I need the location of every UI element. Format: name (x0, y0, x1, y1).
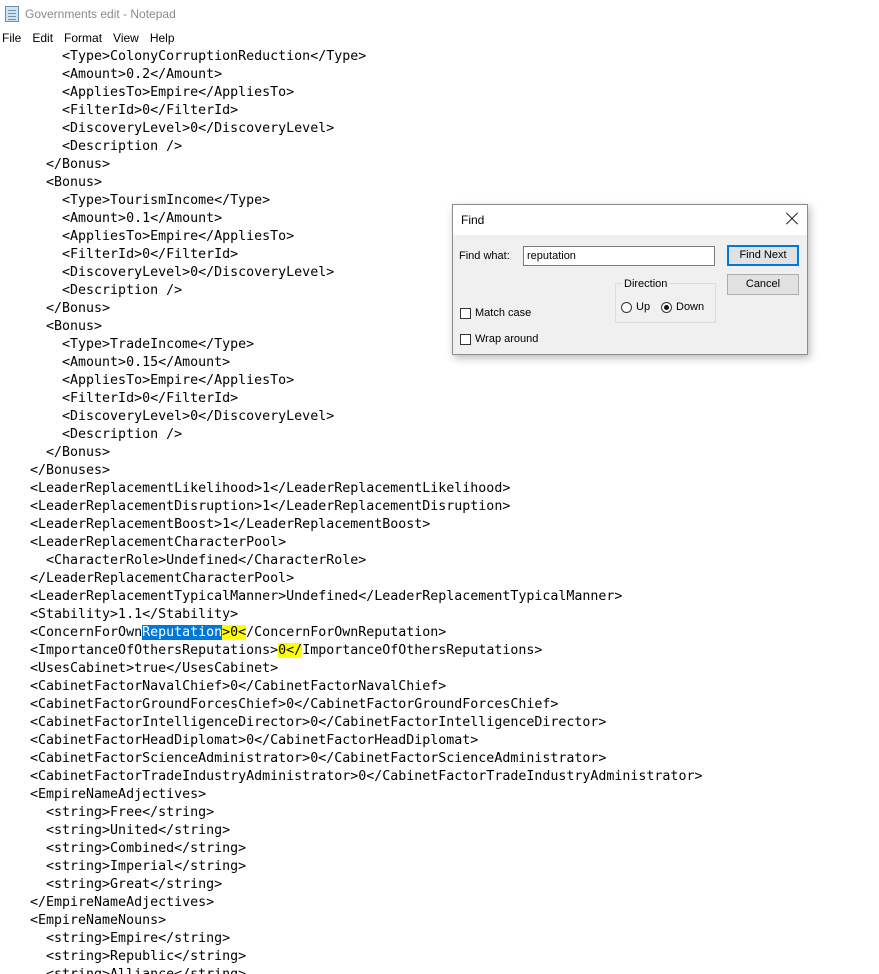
line-segment: ImportanceOfOthersReputations> (302, 643, 543, 658)
editor-line: <UsesCabinet>true</UsesCabinet> (30, 661, 279, 676)
editor-line: <CabinetFactorScienceAdministrator>0</Ca… (30, 751, 607, 766)
menu-edit[interactable]: Edit (29, 31, 59, 45)
wrap-around-label: Wrap around (475, 333, 539, 345)
editor-line: <Bonus> (30, 319, 103, 334)
menu-file[interactable]: File (0, 31, 27, 45)
editor-line: <DiscoveryLevel>0</DiscoveryLevel> (30, 409, 335, 424)
editor-line: <ImportanceOfOthersReputations>0</Import… (30, 642, 542, 660)
text-editor[interactable]: <Type>ColonyCorruptionReduction</Type> <… (0, 48, 879, 974)
editor-line: <LeaderReplacementBoost>1</LeaderReplace… (30, 517, 431, 532)
direction-down-label: Down (676, 301, 705, 313)
editor-line: </Bonus> (30, 157, 111, 172)
editor-line: <CharacterRole>Undefined</CharacterRole> (30, 553, 367, 568)
editor-line: <Type>TourismIncome</Type> (30, 193, 271, 208)
menu-format[interactable]: Format (61, 31, 108, 45)
editor-line: <FilterId>0</FilterId> (30, 247, 239, 262)
editor-line: <Description /> (30, 283, 183, 298)
editor-line: </EmpireNameAdjectives> (30, 895, 215, 910)
direction-up-radio[interactable] (621, 302, 632, 313)
editor-line: <LeaderReplacementCharacterPool> (30, 535, 287, 550)
line-segment: /ConcernForOwnReputation> (246, 625, 447, 640)
editor-line: <AppliesTo>Empire</AppliesTo> (30, 373, 295, 388)
editor-line: </Bonus> (30, 301, 111, 316)
direction-up-label: Up (636, 301, 651, 313)
editor-line: <string>Free</string> (30, 805, 215, 820)
line-segment: <ImportanceOfOthersReputations> (30, 643, 279, 658)
editor-line: <EmpireNameNouns> (30, 913, 167, 928)
editor-line: <LeaderReplacementTypicalManner>Undefine… (30, 589, 623, 604)
editor-line: <Type>ColonyCorruptionReduction</Type> (30, 49, 367, 64)
editor-line: <CabinetFactorIntelligenceDirector>0</Ca… (30, 715, 607, 730)
editor-line: <CabinetFactorHeadDiplomat>0</CabinetFac… (30, 733, 479, 748)
editor-line: <string>Combined</string> (30, 841, 247, 856)
editor-line: <CabinetFactorTradeIndustryAdministrator… (30, 769, 703, 784)
editor-line: </LeaderReplacementCharacterPool> (30, 571, 295, 586)
menu-view[interactable]: View (110, 31, 145, 45)
editor-line: <FilterId>0</FilterId> (30, 103, 239, 118)
editor-line: <Bonus> (30, 175, 103, 190)
menu-help[interactable]: Help (147, 31, 181, 45)
selected-text: Reputation (142, 625, 223, 640)
editor-line: <string>Republic</string> (30, 949, 247, 964)
window-title: Governments edit - Notepad (25, 7, 176, 21)
editor-line: <CabinetFactorNavalChief>0</CabinetFacto… (30, 679, 447, 694)
match-case-label: Match case (475, 307, 532, 319)
editor-line: <string>United</string> (30, 823, 231, 838)
find-dialog-titlebar: Find (453, 205, 807, 235)
editor-line: <string>Empire</string> (30, 931, 231, 946)
highlighted-text: >0< (222, 625, 247, 640)
find-what-input[interactable]: reputation (523, 246, 715, 266)
editor-line: <Type>TradeIncome</Type> (30, 337, 255, 352)
editor-line: </Bonus> (30, 445, 111, 460)
close-icon[interactable] (783, 210, 801, 228)
highlighted-text: 0</ (278, 643, 303, 658)
editor-line: <LeaderReplacementDisruption>1</LeaderRe… (30, 499, 511, 514)
editor-line: <Description /> (30, 427, 183, 442)
find-dialog-title: Find (461, 213, 485, 227)
editor-line: <Amount>0.2</Amount> (30, 67, 223, 82)
find-what-label: Find what: (459, 250, 510, 262)
editor-line: <Description /> (30, 139, 183, 154)
menu-bar: File Edit Format View Help (0, 28, 879, 48)
editor-line: <AppliesTo>Empire</AppliesTo> (30, 85, 295, 100)
editor-line: <Stability>1.1</Stability> (30, 607, 239, 622)
direction-down-radio[interactable] (661, 302, 672, 313)
editor-line: </Bonuses> (30, 463, 111, 478)
editor-line: <string>Alliance</string> (30, 966, 246, 974)
title-bar: Governments edit - Notepad (0, 0, 879, 28)
editor-line: <string>Great</string> (30, 877, 223, 892)
editor-line: <AppliesTo>Empire</AppliesTo> (30, 229, 295, 244)
editor-line: <FilterId>0</FilterId> (30, 391, 239, 406)
editor-line: <CabinetFactorGroundForcesChief>0</Cabin… (30, 697, 559, 712)
match-case-checkbox[interactable] (460, 308, 471, 319)
editor-line: <Amount>0.1</Amount> (30, 211, 223, 226)
editor-line: <DiscoveryLevel>0</DiscoveryLevel> (30, 121, 335, 136)
editor-line: <string>Imperial</string> (30, 859, 247, 874)
notepad-icon (5, 6, 19, 22)
editor-line: <DiscoveryLevel>0</DiscoveryLevel> (30, 265, 335, 280)
line-segment: <ConcernForOwn (30, 625, 143, 640)
wrap-around-checkbox[interactable] (460, 334, 471, 345)
editor-line: <LeaderReplacementLikelihood>1</LeaderRe… (30, 481, 511, 496)
editor-line: <Amount>0.15</Amount> (30, 355, 231, 370)
editor-line: <ConcernForOwnReputation>0</ConcernForOw… (30, 624, 446, 642)
direction-label: Direction (622, 278, 670, 290)
cancel-button[interactable]: Cancel (727, 274, 799, 295)
editor-line: <EmpireNameAdjectives> (30, 787, 207, 802)
find-next-button[interactable]: Find Next (727, 245, 799, 266)
find-dialog: Find Find what: reputation Find Next Can… (452, 204, 808, 355)
